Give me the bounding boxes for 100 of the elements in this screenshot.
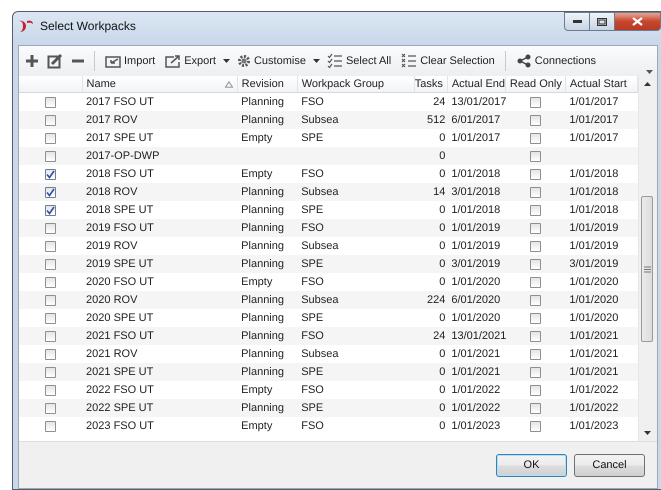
checkbox[interactable] [45, 348, 56, 360]
checkbox[interactable] [530, 366, 541, 378]
checkbox[interactable] [45, 312, 56, 324]
table-cell: 1/01/2020 [569, 294, 618, 306]
checkbox[interactable] [530, 420, 541, 432]
checkbox[interactable] [530, 204, 541, 216]
grip-icon [644, 266, 650, 272]
checkbox[interactable] [530, 150, 541, 162]
checkbox[interactable] [530, 330, 541, 342]
checkbox[interactable] [530, 402, 541, 414]
checkbox[interactable] [45, 258, 56, 270]
checkbox[interactable] [530, 276, 541, 288]
table-cell: SPE [301, 132, 324, 144]
vertical-scrollbar[interactable] [638, 76, 655, 441]
checkbox[interactable] [45, 150, 56, 162]
checkbox[interactable] [530, 312, 541, 324]
table-cell: Planning [241, 204, 284, 216]
table-cell: 1/01/2022 [569, 402, 618, 414]
table-cell: 3/01/2019 [451, 258, 500, 270]
checkbox[interactable] [45, 204, 56, 216]
table-cell: 2020 ROV [86, 294, 138, 306]
table-cell: 2017 SPE UT [86, 132, 154, 144]
checkbox[interactable] [530, 348, 541, 360]
table-cell: 0 [439, 366, 446, 378]
table-cell: 0 [439, 276, 446, 288]
checkbox[interactable] [530, 168, 541, 180]
checkbox[interactable] [45, 420, 56, 432]
table-cell: 1/01/2021 [569, 366, 618, 378]
toolbar-button[interactable]: Customise [234, 52, 309, 70]
checkbox[interactable] [530, 240, 541, 252]
checkbox[interactable] [45, 330, 56, 342]
checkbox[interactable] [45, 96, 56, 108]
checkbox[interactable] [45, 168, 56, 180]
checkbox[interactable] [45, 366, 56, 378]
checkbox[interactable] [530, 258, 541, 270]
table-cell: 0 [439, 222, 446, 234]
table-cell: 2019 SPE UT [86, 258, 154, 270]
table-cell: Planning [241, 402, 284, 414]
table-cell: 0 [439, 402, 446, 414]
checkbox[interactable] [530, 132, 541, 144]
checkbox[interactable] [45, 240, 56, 252]
checkbox[interactable] [45, 276, 56, 288]
table-cell: 2020 SPE UT [86, 312, 154, 324]
dialog-button[interactable]: OK [496, 454, 567, 476]
table-cell: Planning [241, 312, 284, 324]
table-cell: 1/01/2023 [569, 420, 618, 432]
toolbar-button[interactable]: Clear Selection [398, 51, 498, 71]
checkbox[interactable] [45, 384, 56, 396]
checkbox[interactable] [45, 222, 56, 234]
table-cell: 1/01/2021 [569, 330, 618, 342]
checkbox[interactable] [530, 186, 541, 198]
table-cell: SPE [301, 258, 324, 270]
checkbox[interactable] [530, 384, 541, 396]
scroll-down-icon[interactable] [644, 431, 650, 435]
table-cell: 1/01/2020 [569, 312, 618, 324]
maximize-button[interactable] [590, 12, 615, 31]
table-cell: FSO [301, 96, 324, 108]
table-cell: 2017 ROV [86, 114, 138, 126]
checkbox[interactable] [530, 222, 541, 234]
clear-list-icon [401, 53, 418, 69]
checkbox[interactable] [530, 96, 541, 108]
checkbox[interactable] [530, 294, 541, 306]
table-cell: Planning [241, 96, 284, 108]
table-cell: 0 [439, 240, 446, 252]
checkbox[interactable] [530, 114, 541, 126]
maximize-icon [597, 18, 607, 26]
table-cell: 1/01/2021 [451, 366, 500, 378]
table-cell: 0 [439, 132, 446, 144]
checkbox[interactable] [45, 132, 56, 144]
checkbox[interactable] [45, 402, 56, 414]
table-cell: 2021 ROV [86, 348, 138, 360]
dropdown-caret-icon[interactable] [222, 59, 230, 63]
edit-icon[interactable] [47, 53, 63, 69]
toolbar-button[interactable]: Connections [512, 52, 599, 70]
close-button[interactable] [615, 12, 661, 31]
table-cell: 1/01/2019 [451, 222, 500, 234]
table-cell: Empty [241, 420, 272, 432]
plus-icon[interactable] [25, 54, 39, 68]
table-cell: 1/01/2020 [569, 276, 618, 288]
checkbox[interactable] [45, 114, 56, 126]
toolbar-button[interactable]: Import [102, 52, 158, 70]
table-cell: 24 [433, 330, 446, 342]
dropdown-caret-icon[interactable] [312, 59, 320, 63]
table-cell: 2017 FSO UT [86, 96, 154, 108]
column-header[interactable]: Name [86, 78, 116, 90]
table-cell: 1/01/2018 [451, 204, 500, 216]
table-cell: 13/01/2021 [451, 330, 506, 342]
toolbar-button[interactable]: Export [162, 52, 219, 70]
checkbox[interactable] [45, 186, 56, 198]
table-cell: Subsea [301, 186, 339, 198]
table-cell: Subsea [301, 348, 339, 360]
dialog-button[interactable]: Cancel [574, 454, 645, 476]
table-cell: 0 [439, 150, 446, 162]
overflow-caret-icon[interactable] [646, 70, 653, 74]
toolbar-button[interactable]: Select All [324, 51, 394, 71]
checkbox[interactable] [45, 294, 56, 306]
scroll-up-icon[interactable] [644, 82, 650, 86]
minimize-button[interactable] [564, 12, 590, 31]
table-cell: FSO [301, 330, 324, 342]
table-cell: FSO [301, 222, 324, 234]
